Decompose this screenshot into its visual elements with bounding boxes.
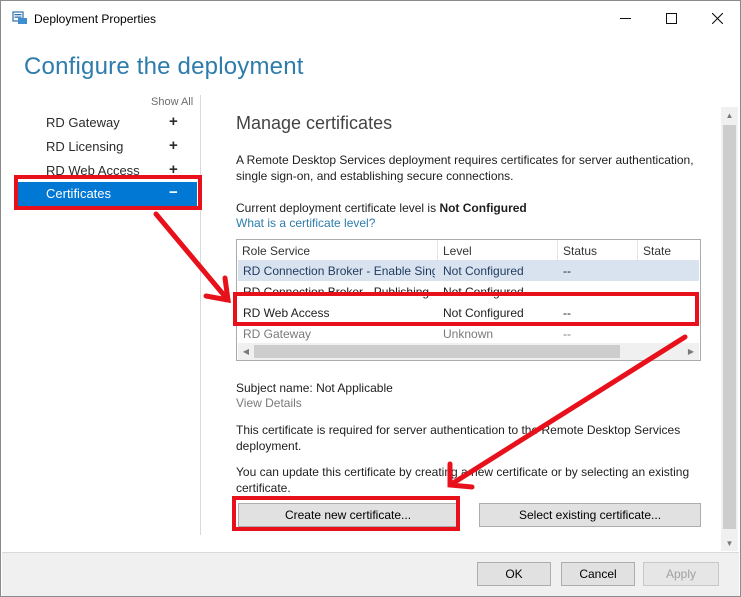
description-text: A Remote Desktop Services deployment req… [236,153,694,183]
close-button[interactable] [694,1,740,35]
apply-button[interactable]: Apply [643,562,719,586]
subject-value: Not Applicable [316,381,393,395]
scroll-right-icon[interactable]: ▶ [683,343,699,360]
required-text: This certificate is required for server … [236,423,681,453]
expand-icon: + [169,137,178,154]
table-row[interactable]: RD Connection Broker - Enable Single Sig… [238,260,699,281]
column-header-role-service[interactable]: Role Service [237,240,438,260]
cell-role: RD Web Access [243,306,330,320]
cell-level: Not Configured [443,306,524,320]
server-manager-icon [12,11,28,25]
cell-role: RD Connection Broker - Enable Single Sig… [243,264,435,278]
title-bar[interactable]: Deployment Properties [1,1,740,35]
sidebar-item-rd-licensing[interactable]: RD Licensing + [17,135,197,159]
select-existing-certificate-button[interactable]: Select existing certificate... [479,503,701,527]
main-content: Manage certificates A Remote Desktop Ser… [219,97,723,543]
cell-status: -- [563,306,571,320]
sidebar-item-rd-web-access[interactable]: RD Web Access + [17,159,197,183]
minimize-icon [619,17,631,19]
subject-label: Subject name: [236,381,313,395]
level-value: Not Configured [439,201,527,215]
scroll-thumb[interactable] [723,125,736,529]
ok-button[interactable]: OK [477,562,551,586]
section-title: Manage certificates [236,113,393,133]
dialog-footer: OK Cancel Apply [2,552,739,596]
update-text: You can update this certificate by creat… [236,465,690,495]
table-horizontal-scrollbar[interactable]: ◀ ▶ [238,343,699,360]
cell-status: -- [563,285,571,299]
scroll-down-icon[interactable]: ▼ [721,535,738,551]
sidebar-item-label: Certificates [46,186,112,201]
cell-role: RD Connection Broker - Publishing [243,285,430,299]
cancel-button[interactable]: Cancel [561,562,635,586]
close-icon [711,12,723,24]
cell-level: Unknown [443,327,494,341]
sidebar-item-rd-gateway[interactable]: RD Gateway + [17,111,197,135]
page-title: Configure the deployment [24,53,304,80]
collapse-icon: − [169,184,178,201]
maximize-icon [665,12,677,24]
sidebar-item-label: RD Web Access [46,163,140,178]
cell-role: RD Gateway [243,327,312,341]
show-all-link[interactable]: Show All [151,96,193,108]
cell-status: -- [563,327,571,341]
table-row[interactable]: RD Connection Broker - Publishing Not Co… [238,281,699,302]
sidebar-item-label: RD Gateway [46,115,120,130]
expand-icon: + [169,113,178,130]
certificate-level-line: Current deployment certificate level is … [236,200,706,216]
window-title: Deployment Properties [34,12,157,26]
scroll-up-icon[interactable]: ▲ [721,107,738,123]
column-header-status[interactable]: Status [558,240,638,260]
scroll-left-icon[interactable]: ◀ [238,343,254,360]
sidebar: Show All RD Gateway + RD Licensing + RD … [13,91,201,551]
minimize-button[interactable] [602,1,648,35]
create-new-certificate-button[interactable]: Create new certificate... [238,503,458,527]
sidebar-divider [200,95,201,535]
sidebar-item-certificates[interactable]: Certificates − [17,182,197,206]
level-prefix: Current deployment certificate level is [236,201,437,215]
column-header-state[interactable]: State [638,240,700,260]
scroll-thumb[interactable] [254,345,620,358]
sidebar-item-label: RD Licensing [46,139,124,154]
table-row[interactable]: RD Web Access Not Configured -- [238,302,699,323]
table-row[interactable]: RD Gateway Unknown -- [238,323,699,344]
role-service-table: Role Service Level Status State RD Conne… [236,239,701,361]
cell-status: -- [563,264,571,278]
cell-level: Not Configured [443,264,524,278]
deployment-properties-window: Deployment Properties Configure the depl… [0,0,741,597]
cell-level: Not Configured [443,285,524,299]
column-header-level[interactable]: Level [438,240,558,260]
content-vertical-scrollbar[interactable]: ▲ ▼ [721,107,738,551]
subject-line: Subject name: Not Applicable [236,380,706,396]
certificate-level-link[interactable]: What is a certificate level? [236,216,375,230]
view-details-link[interactable]: View Details [236,396,302,410]
expand-icon: + [169,161,178,178]
maximize-button[interactable] [648,1,694,35]
